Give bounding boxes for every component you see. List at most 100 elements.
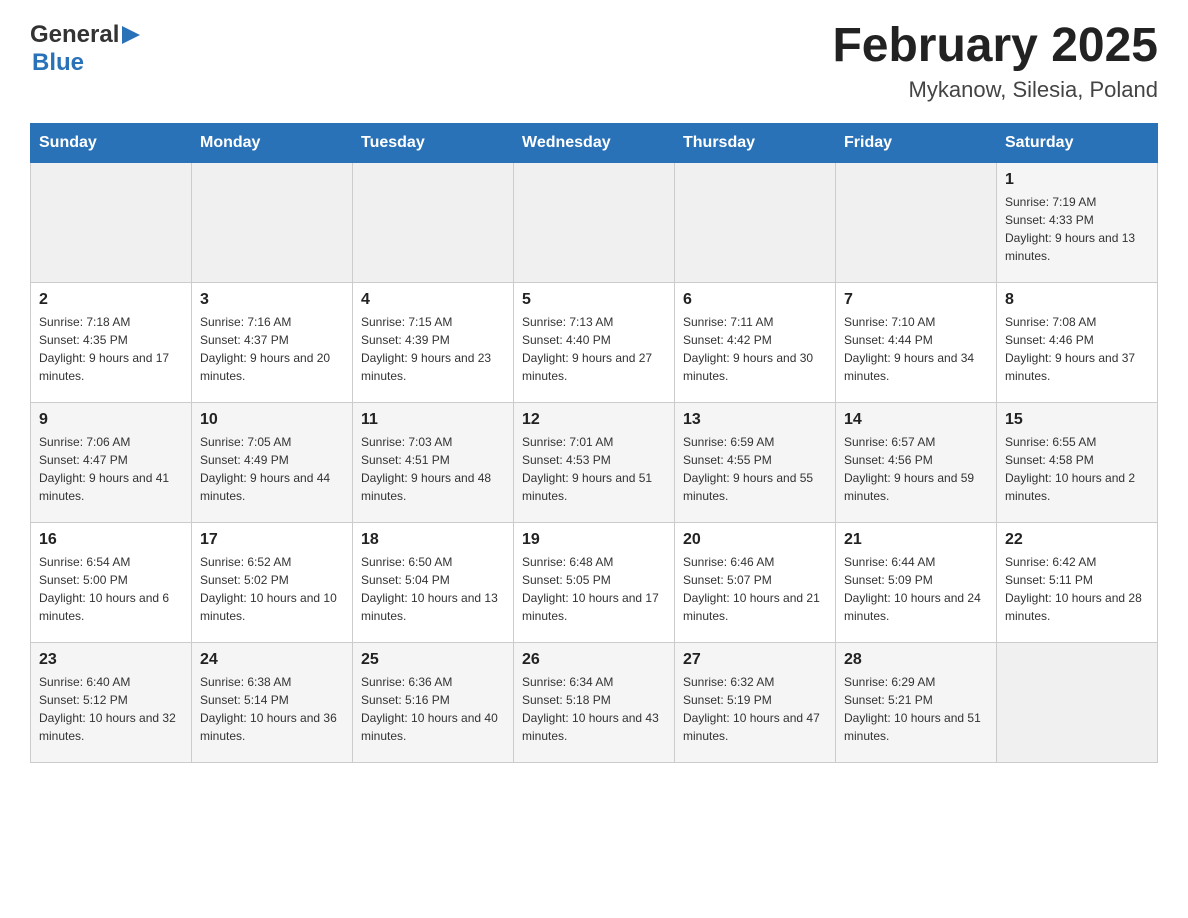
weekday-header-thursday: Thursday xyxy=(675,123,836,162)
weekday-header-wednesday: Wednesday xyxy=(514,123,675,162)
day-number: 8 xyxy=(1005,291,1149,309)
calendar-cell: 21Sunrise: 6:44 AM Sunset: 5:09 PM Dayli… xyxy=(836,522,997,642)
calendar-cell: 3 Sunrise: 7:16 AM Sunset: 4:37 PM Daylig… xyxy=(192,282,353,402)
weekday-header-tuesday: Tuesday xyxy=(353,123,514,162)
title-section: February 2025 Mykanow, Silesia, Poland xyxy=(832,20,1158,103)
day-info: Sunrise: 6:46 AM Sunset: 5:07 PM Dayligh… xyxy=(683,553,827,625)
calendar-cell: 5 Sunrise: 7:13 AM Sunset: 4:40 PM Daylig… xyxy=(514,282,675,402)
weekday-header-friday: Friday xyxy=(836,123,997,162)
day-number: 20 xyxy=(683,531,827,549)
calendar-cell xyxy=(836,162,997,282)
day-number: 25 xyxy=(361,651,505,669)
calendar-cell: 1 Sunrise: 7:19 AM Sunset: 4:33 PM Daylig… xyxy=(997,162,1158,282)
day-number: 13 xyxy=(683,411,827,429)
calendar-cell: 2 Sunrise: 7:18 AM Sunset: 4:35 PM Daylig… xyxy=(31,282,192,402)
day-info: Sunrise: 7:16 AM Sunset: 4:37 PM Dayligh… xyxy=(200,313,344,385)
day-number: 6 xyxy=(683,291,827,309)
day-info: Sunrise: 7:13 AM Sunset: 4:40 PM Dayligh… xyxy=(522,313,666,385)
day-number: 9 xyxy=(39,411,183,429)
calendar-cell: 20 Sunrise: 6:46 AM Sunset: 5:07 PM Dayli… xyxy=(675,522,836,642)
calendar-cell: 17 Sunrise: 6:52 AM Sunset: 5:02 PM Dayli… xyxy=(192,522,353,642)
weekday-header-row: SundayMondayTuesdayWednesdayThursdayFrid… xyxy=(31,123,1158,162)
day-info: Sunrise: 7:03 AM Sunset: 4:51 PM Dayligh… xyxy=(361,433,505,505)
day-info: Sunrise: 6:57 AM Sunset: 4:56 PM Dayligh… xyxy=(844,433,988,505)
day-info: Sunrise: 6:42 AM Sunset: 5:11 PM Dayligh… xyxy=(1005,553,1149,625)
day-info: Sunrise: 6:44 AM Sunset: 5:09 PM Dayligh… xyxy=(844,553,988,625)
day-number: 23 xyxy=(39,651,183,669)
day-number: 24 xyxy=(200,651,344,669)
day-info: Sunrise: 7:01 AM Sunset: 4:53 PM Dayligh… xyxy=(522,433,666,505)
calendar-cell: 11 Sunrise: 7:03 AM Sunset: 4:51 PM Dayli… xyxy=(353,402,514,522)
calendar-cell xyxy=(675,162,836,282)
calendar-cell: 28Sunrise: 6:29 AM Sunset: 5:21 PM Dayli… xyxy=(836,642,997,762)
day-info: Sunrise: 7:11 AM Sunset: 4:42 PM Dayligh… xyxy=(683,313,827,385)
calendar-cell: 19 Sunrise: 6:48 AM Sunset: 5:05 PM Dayli… xyxy=(514,522,675,642)
calendar-cell: 23 Sunrise: 6:40 AM Sunset: 5:12 PM Dayli… xyxy=(31,642,192,762)
day-number: 1 xyxy=(1005,171,1149,189)
day-number: 5 xyxy=(522,291,666,309)
day-info: Sunrise: 7:15 AM Sunset: 4:39 PM Dayligh… xyxy=(361,313,505,385)
day-info: Sunrise: 7:06 AM Sunset: 4:47 PM Dayligh… xyxy=(39,433,183,505)
calendar-cell: 10Sunrise: 7:05 AM Sunset: 4:49 PM Dayli… xyxy=(192,402,353,522)
day-number: 12 xyxy=(522,411,666,429)
day-number: 7 xyxy=(844,291,988,309)
day-info: Sunrise: 6:34 AM Sunset: 5:18 PM Dayligh… xyxy=(522,673,666,745)
day-info: Sunrise: 6:40 AM Sunset: 5:12 PM Dayligh… xyxy=(39,673,183,745)
day-info: Sunrise: 6:48 AM Sunset: 5:05 PM Dayligh… xyxy=(522,553,666,625)
day-info: Sunrise: 6:59 AM Sunset: 4:55 PM Dayligh… xyxy=(683,433,827,505)
day-number: 15 xyxy=(1005,411,1149,429)
calendar-cell: 4Sunrise: 7:15 AM Sunset: 4:39 PM Daylig… xyxy=(353,282,514,402)
calendar-cell: 27 Sunrise: 6:32 AM Sunset: 5:19 PM Dayli… xyxy=(675,642,836,762)
page-header: General Blue February 2025 Mykanow, Sile… xyxy=(30,20,1158,103)
day-number: 2 xyxy=(39,291,183,309)
calendar-cell: 16 Sunrise: 6:54 AM Sunset: 5:00 PM Dayli… xyxy=(31,522,192,642)
day-info: Sunrise: 6:54 AM Sunset: 5:00 PM Dayligh… xyxy=(39,553,183,625)
day-info: Sunrise: 6:36 AM Sunset: 5:16 PM Dayligh… xyxy=(361,673,505,745)
week-row-3: 9 Sunrise: 7:06 AM Sunset: 4:47 PM Daylig… xyxy=(31,402,1158,522)
day-number: 18 xyxy=(361,531,505,549)
calendar-cell: 14 Sunrise: 6:57 AM Sunset: 4:56 PM Dayli… xyxy=(836,402,997,522)
calendar-cell: 25 Sunrise: 6:36 AM Sunset: 5:16 PM Dayli… xyxy=(353,642,514,762)
calendar-cell: 24 Sunrise: 6:38 AM Sunset: 5:14 PM Dayli… xyxy=(192,642,353,762)
day-info: Sunrise: 6:55 AM Sunset: 4:58 PM Dayligh… xyxy=(1005,433,1149,505)
calendar-cell: 15 Sunrise: 6:55 AM Sunset: 4:58 PM Dayli… xyxy=(997,402,1158,522)
day-number: 11 xyxy=(361,411,505,429)
calendar-cell: 13 Sunrise: 6:59 AM Sunset: 4:55 PM Dayli… xyxy=(675,402,836,522)
calendar-cell: 6 Sunrise: 7:11 AM Sunset: 4:42 PM Daylig… xyxy=(675,282,836,402)
day-info: Sunrise: 6:52 AM Sunset: 5:02 PM Dayligh… xyxy=(200,553,344,625)
day-number: 22 xyxy=(1005,531,1149,549)
day-number: 26 xyxy=(522,651,666,669)
day-number: 3 xyxy=(200,291,344,309)
calendar-cell: 12 Sunrise: 7:01 AM Sunset: 4:53 PM Dayli… xyxy=(514,402,675,522)
calendar-cell xyxy=(192,162,353,282)
week-row-4: 16 Sunrise: 6:54 AM Sunset: 5:00 PM Dayli… xyxy=(31,522,1158,642)
day-number: 16 xyxy=(39,531,183,549)
day-number: 28 xyxy=(844,651,988,669)
calendar-cell: 18 Sunrise: 6:50 AM Sunset: 5:04 PM Dayli… xyxy=(353,522,514,642)
day-info: Sunrise: 7:19 AM Sunset: 4:33 PM Dayligh… xyxy=(1005,193,1149,265)
week-row-1: 1 Sunrise: 7:19 AM Sunset: 4:33 PM Daylig… xyxy=(31,162,1158,282)
calendar-cell: 22 Sunrise: 6:42 AM Sunset: 5:11 PM Dayli… xyxy=(997,522,1158,642)
day-info: Sunrise: 6:32 AM Sunset: 5:19 PM Dayligh… xyxy=(683,673,827,745)
calendar-cell xyxy=(31,162,192,282)
calendar-cell: 9 Sunrise: 7:06 AM Sunset: 4:47 PM Daylig… xyxy=(31,402,192,522)
weekday-header-sunday: Sunday xyxy=(31,123,192,162)
day-number: 27 xyxy=(683,651,827,669)
day-info: Sunrise: 7:10 AM Sunset: 4:44 PM Dayligh… xyxy=(844,313,988,385)
weekday-header-saturday: Saturday xyxy=(997,123,1158,162)
day-info: Sunrise: 6:38 AM Sunset: 5:14 PM Dayligh… xyxy=(200,673,344,745)
month-title: February 2025 xyxy=(832,20,1158,73)
day-number: 17 xyxy=(200,531,344,549)
week-row-2: 2 Sunrise: 7:18 AM Sunset: 4:35 PM Daylig… xyxy=(31,282,1158,402)
logo: General Blue xyxy=(30,20,140,77)
calendar-cell: 26 Sunrise: 6:34 AM Sunset: 5:18 PM Dayli… xyxy=(514,642,675,762)
logo-general-text: General xyxy=(30,21,119,49)
logo-triangle-icon xyxy=(122,26,140,49)
day-number: 19 xyxy=(522,531,666,549)
day-number: 14 xyxy=(844,411,988,429)
calendar-table: SundayMondayTuesdayWednesdayThursdayFrid… xyxy=(30,123,1158,763)
day-info: Sunrise: 6:50 AM Sunset: 5:04 PM Dayligh… xyxy=(361,553,505,625)
day-info: Sunrise: 7:18 AM Sunset: 4:35 PM Dayligh… xyxy=(39,313,183,385)
calendar-cell xyxy=(353,162,514,282)
day-info: Sunrise: 7:08 AM Sunset: 4:46 PM Dayligh… xyxy=(1005,313,1149,385)
